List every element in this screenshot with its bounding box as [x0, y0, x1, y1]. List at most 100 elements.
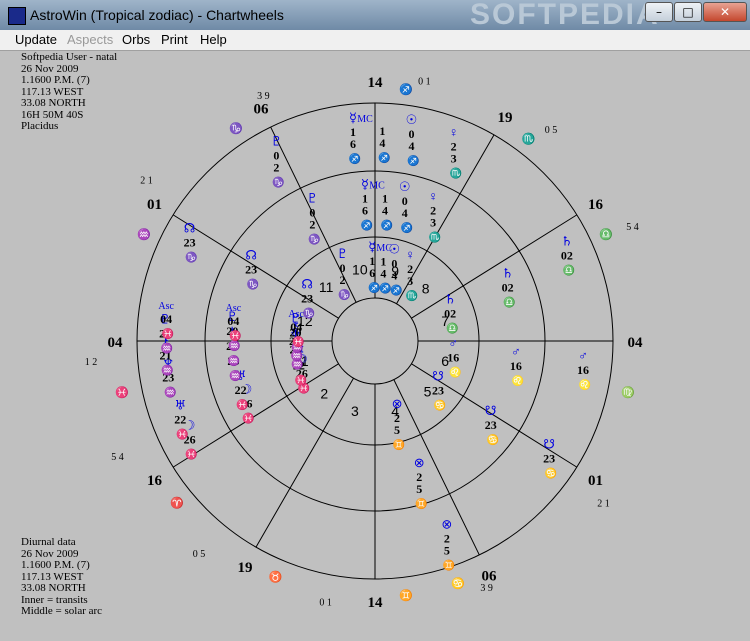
planet-degree: 6 [350, 137, 356, 151]
cusp-degree: 04 [108, 335, 124, 351]
planet-glyph: ♇ [306, 190, 318, 205]
cusp-minutes: 2 1 [140, 176, 153, 187]
planet-glyph: ♄ [502, 265, 514, 280]
planet-sign: ♓ [242, 412, 254, 425]
planet-sign: ♋ [486, 433, 498, 446]
planet-degree: 04 [227, 314, 239, 328]
planet-sign: ♓ [176, 428, 188, 441]
planet-glyph: ♅ [174, 398, 186, 413]
planet-degree: 3 [407, 274, 413, 288]
planet-degree: 23 [432, 383, 444, 397]
planet-glyph: ♀ [428, 188, 438, 203]
planet-glyph: ♀ [449, 124, 459, 139]
planet-glyph: ♂ [448, 336, 458, 351]
cusp-degree: 16 [147, 473, 163, 489]
planet-degree: 04 [160, 312, 172, 326]
planet-glyph: ☿ [368, 239, 376, 254]
cusp-minutes: 0 1 [418, 76, 431, 87]
cusp-minutes: 5 4 [111, 452, 124, 463]
planet-glyph: ⊗ [441, 516, 452, 531]
planet-degree: 2 [273, 161, 279, 175]
house-cusp-line [172, 363, 339, 468]
planet-glyph: ☋ [485, 403, 497, 418]
planet-sign: ♐ [401, 221, 413, 234]
planet-sign: ♌ [449, 366, 461, 379]
chart-wheel: 123 45678910111214 0 1♐190 5♏165 4♎04♍012 … [85, 75, 644, 611]
house-number: 8 [422, 280, 430, 296]
planet-sign: ♏ [429, 230, 441, 243]
cusp-minutes: 3 9 [257, 91, 270, 102]
planet-degree: 5 [416, 482, 422, 496]
cusp-sign: ♓ [115, 386, 129, 399]
cusp-minutes: 2 1 [597, 498, 610, 509]
planet-degree: 3 [451, 151, 457, 165]
planet-sign: ♌ [512, 374, 524, 387]
planet-sign: ♑ [303, 307, 315, 320]
cusp-minutes: 3 9 [480, 583, 493, 594]
planet-glyph: ♄ [561, 234, 573, 249]
planet-degree: 4 [380, 266, 386, 280]
planet-sign: ♋ [545, 466, 557, 479]
planet-sign: ♒ [164, 385, 176, 398]
planet-glyph: ♀ [405, 247, 415, 262]
planet-glyph: ☊ [184, 220, 196, 235]
planet-glyph: ☋ [543, 436, 555, 451]
cusp-minutes: 5 4 [626, 222, 639, 233]
planet-sign: ♊ [443, 558, 455, 571]
planet-sign: ♐ [361, 218, 373, 231]
planet-sign: ♎ [563, 264, 575, 277]
planet-degree: 23 [485, 418, 497, 432]
cusp-sign: ♈ [170, 496, 184, 509]
house-number: 10 [352, 262, 368, 278]
cusp-sign: ♏ [522, 132, 536, 145]
planet-glyph: ♄ [444, 292, 456, 307]
house-cusp-line [411, 214, 578, 319]
cusp-sign: ♑ [229, 122, 243, 135]
planet-degree: 23 [301, 292, 313, 306]
planet-degree: 23 [245, 263, 257, 277]
cusp-minutes: 1 2 [85, 357, 98, 368]
planet-sign: ♒ [229, 369, 241, 382]
planet-sign: ♒ [228, 354, 240, 367]
planet-degree: 6 [369, 266, 375, 280]
planet-degree: 04 [290, 320, 302, 334]
planet-sign: ♑ [308, 232, 320, 245]
cusp-degree: 19 [498, 110, 513, 126]
cusp-sign: ♒ [137, 228, 151, 241]
planet-sign: ♎ [446, 322, 458, 335]
cusp-sign: ♊ [399, 589, 413, 602]
planet-glyph: ☉ [389, 241, 401, 256]
planet-sign: ♑ [338, 288, 350, 301]
planet-sign: ♓ [236, 398, 248, 411]
house-number: 2 [320, 386, 328, 402]
planet-degree: 4 [402, 206, 408, 220]
house-number: 5 [424, 384, 432, 400]
cusp-sign: ♐ [399, 83, 413, 96]
planet-sign: ♑ [272, 176, 284, 189]
planet-sign: ♓ [292, 335, 304, 348]
planet-sign: ♊ [393, 438, 405, 451]
planet-degree: 4 [391, 268, 397, 282]
planet-glyph: ♂ [578, 348, 588, 363]
planet-degree: 22 [174, 413, 186, 427]
cusp-degree: 16 [588, 197, 604, 213]
planet-degree: 16 [577, 363, 589, 377]
planet-sign: ♓ [162, 327, 174, 340]
planet-glyph: ⊗ [414, 455, 425, 470]
planet-degree: 2 [339, 273, 345, 287]
planet-sign: ♓ [185, 448, 197, 461]
cusp-sign: ♋ [451, 577, 465, 590]
chart-ring [331, 297, 419, 385]
planet-glyph: ☊ [301, 277, 313, 292]
planet-sign: ♐ [378, 151, 390, 164]
planet-sign: ♓ [229, 329, 241, 342]
cusp-degree: 01 [588, 473, 603, 489]
planet-degree: 5 [444, 543, 450, 557]
planet-degree: 02 [502, 280, 514, 294]
house-number: 3 [351, 403, 359, 419]
cusp-degree: 04 [628, 335, 644, 351]
planet-sign: ♐ [349, 152, 361, 165]
planet-sign: ♐ [381, 218, 393, 231]
house-number: 11 [319, 279, 334, 295]
planet-degree: 23 [543, 451, 555, 465]
